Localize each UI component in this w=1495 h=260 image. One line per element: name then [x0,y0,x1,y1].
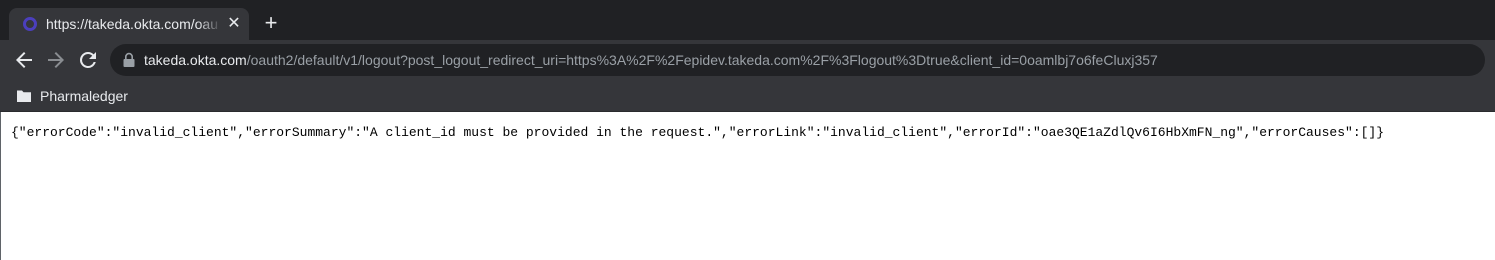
json-response-text: {"errorCode":"invalid_client","errorSumm… [11,125,1385,140]
back-arrow-icon[interactable] [12,48,36,72]
url-text[interactable]: takeda.okta.com/oauth2/default/v1/logout… [144,51,1158,69]
okta-favicon-icon [23,17,37,31]
browser-window: https://takeda.okta.com/oauth2/default/v… [0,0,1495,260]
toolbar: takeda.okta.com/oauth2/default/v1/logout… [0,40,1495,80]
browser-tab[interactable]: https://takeda.okta.com/oauth2/default/v… [9,8,249,40]
tab-title: https://takeda.okta.com/oauth2/default/v… [46,16,218,32]
bookmarks-bar: Pharmaledger [0,80,1495,111]
close-icon[interactable]: ✕ [225,15,243,33]
new-tab-button[interactable]: + [260,12,282,34]
url-host: takeda.okta.com [144,52,247,68]
forward-arrow-icon[interactable] [44,48,68,72]
tab-strip: https://takeda.okta.com/oauth2/default/v… [0,0,1495,40]
url-path: /oauth2/default/v1/logout?post_logout_re… [246,52,1158,68]
address-bar[interactable]: takeda.okta.com/oauth2/default/v1/logout… [110,44,1485,76]
bookmark-label: Pharmaledger [40,88,128,104]
bookmark-pharmaledger[interactable]: Pharmaledger [16,84,128,108]
lock-icon[interactable] [122,52,136,68]
page-content: {"errorCode":"invalid_client","errorSumm… [0,112,1495,260]
reload-icon[interactable] [76,48,100,72]
folder-icon [16,89,32,103]
tab-title-fade [198,12,222,36]
